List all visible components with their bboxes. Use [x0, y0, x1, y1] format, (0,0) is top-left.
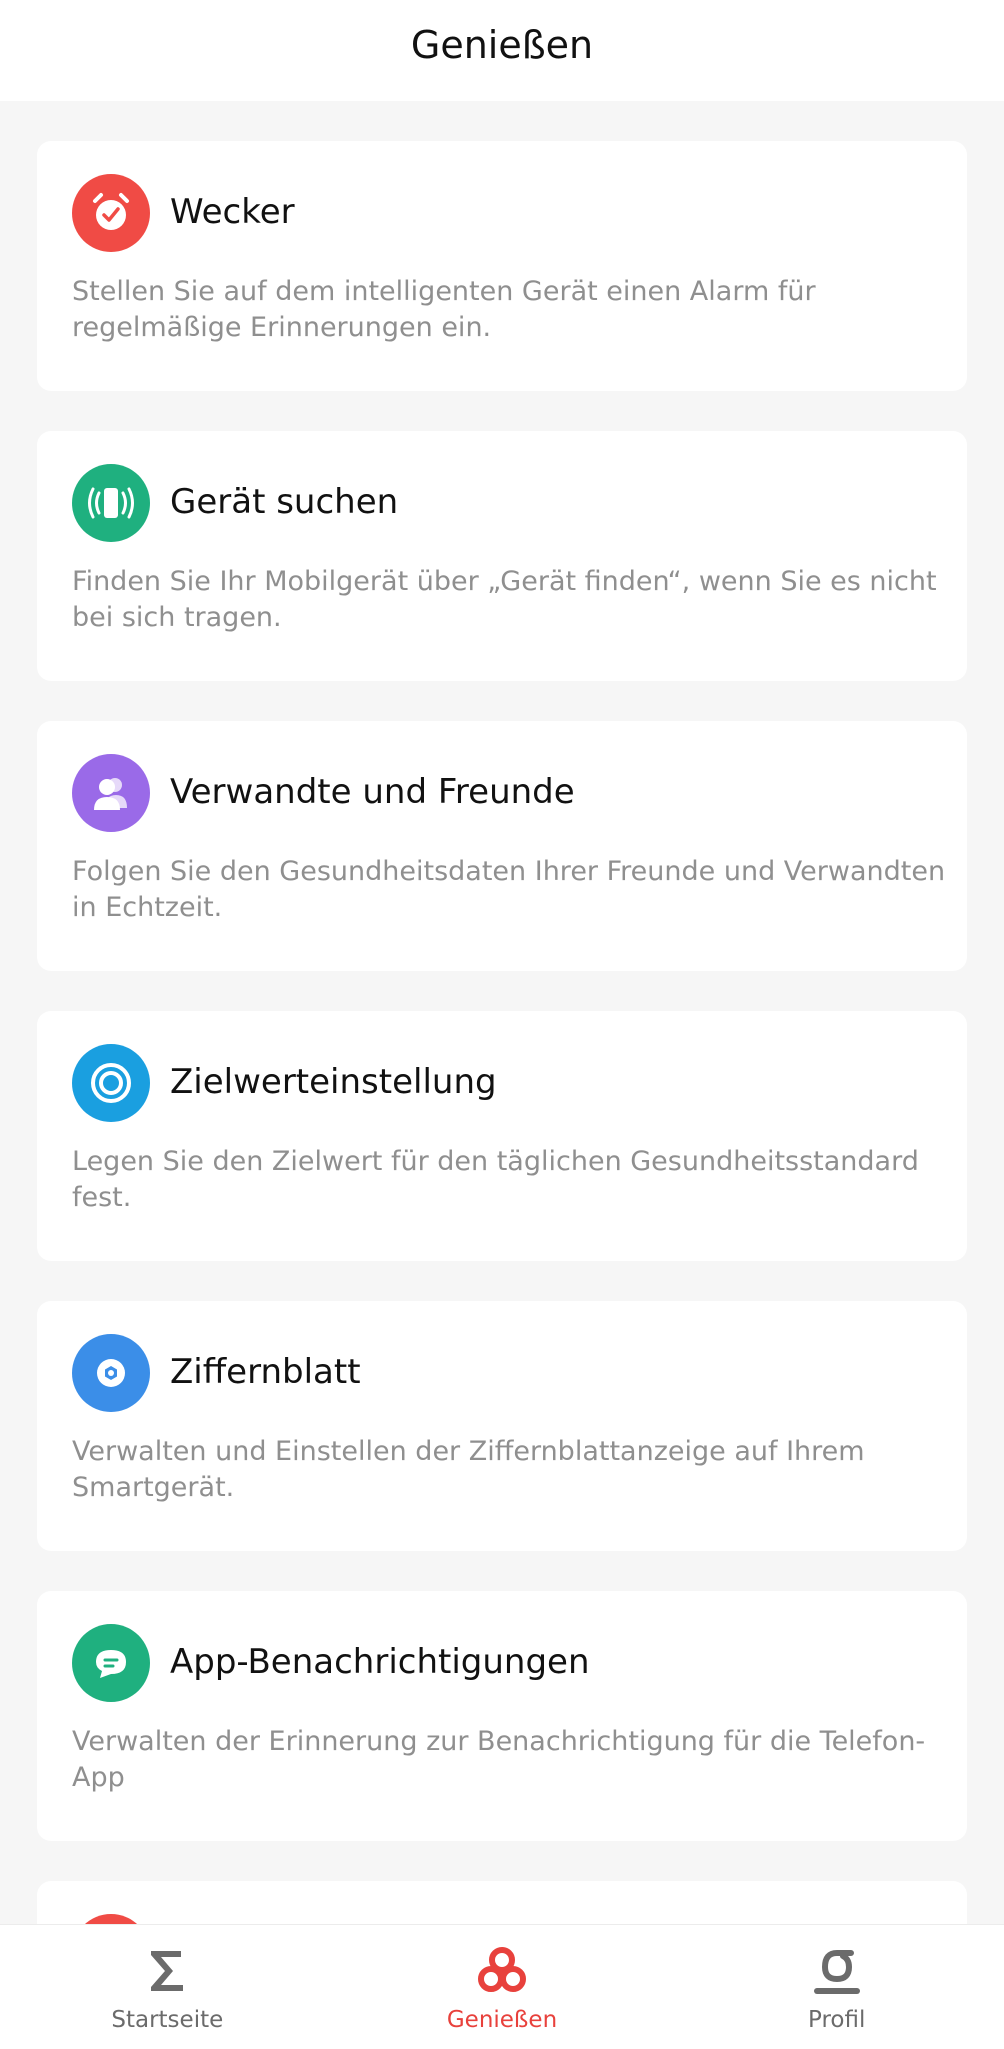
card-find-device[interactable]: Gerät suchen Finden Sie Ihr Mobilgerät ü… — [37, 431, 967, 681]
card-description: Verwalten der Erinnerung zur Benachricht… — [72, 1726, 926, 1793]
card-description: Stellen Sie auf dem intelligenten Gerät … — [72, 276, 816, 343]
people-icon — [72, 754, 150, 832]
bottom-tab-bar: Startseite Genießen Profil — [0, 1924, 1004, 2049]
card-app-notifications[interactable]: App-Benachrichtigungen Verwalten der Eri… — [37, 1591, 967, 1841]
alarm-clock-icon — [72, 174, 150, 252]
card-watch-face[interactable]: Ziffernblatt Verwalten und Einstellen de… — [37, 1301, 967, 1551]
tab-label: Genießen — [446, 2007, 558, 2033]
card-title: Verwandte und Freunde — [170, 772, 575, 812]
target-icon — [72, 1044, 150, 1122]
card-description: Verwalten und Einstellen der Ziffernblat… — [72, 1436, 865, 1503]
page-title: Genießen — [410, 23, 594, 67]
card-alarm[interactable]: Wecker Stellen Sie auf dem intelligenten… — [37, 141, 967, 391]
card-description: Folgen Sie den Gesundheitsdaten Ihrer Fr… — [72, 856, 946, 923]
card-title: Ziffernblatt — [170, 1352, 361, 1392]
card-title: Wecker — [170, 192, 295, 232]
card-description: Legen Sie den Zielwert für den täglichen… — [72, 1146, 919, 1213]
card-title: Zielwerteinstellung — [170, 1062, 497, 1102]
card-title: Gerät suchen — [170, 482, 399, 522]
tab-label: Startseite — [111, 2007, 224, 2033]
profile-icon — [813, 1950, 860, 1994]
tab-startseite[interactable]: Startseite — [0, 1925, 335, 2049]
tab-label: Profil — [807, 2007, 866, 2033]
card-title: App-Benachrichtigungen — [170, 1642, 590, 1682]
vibrating-phone-icon — [72, 464, 150, 542]
top-bar: Genießen — [0, 0, 1004, 101]
chat-bubble-icon — [72, 1624, 150, 1702]
card-relatives-friends[interactable]: Verwandte und Freunde Folgen Sie den Ges… — [37, 721, 967, 971]
tab-profil[interactable]: Profil — [669, 1925, 1004, 2049]
card-goal-setting[interactable]: Zielwerteinstellung Legen Sie den Zielwe… — [37, 1011, 967, 1261]
watch-face-icon — [72, 1334, 150, 1412]
tab-geniessen[interactable]: Genießen — [335, 1925, 670, 2049]
feature-list: Wecker Stellen Sie auf dem intelligenten… — [37, 141, 967, 1981]
enjoy-icon — [478, 1947, 526, 1992]
sigma-icon — [151, 1951, 184, 1991]
card-description: Finden Sie Ihr Mobilgerät über „Gerät fi… — [72, 566, 937, 633]
